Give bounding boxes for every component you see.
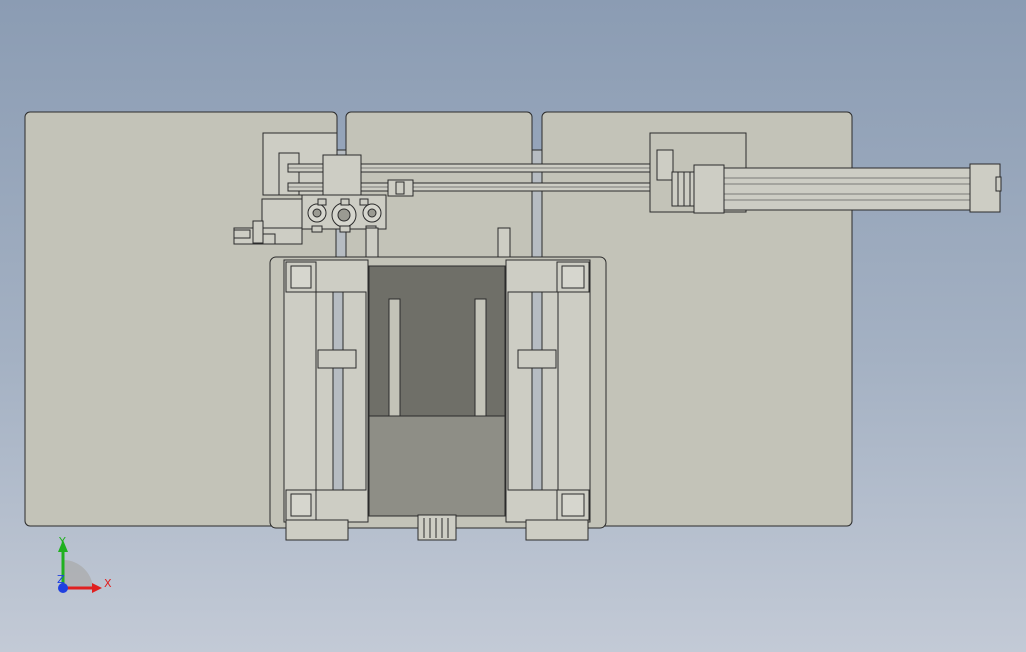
coordinate-triad: Y X Z xyxy=(57,535,112,593)
slider-nut[interactable] xyxy=(395,181,405,195)
tray-slot-left[interactable] xyxy=(388,298,401,418)
cad-model-view[interactable]: Y X Z xyxy=(0,0,1026,652)
triad-z-label: Z xyxy=(57,573,65,586)
clamp-left-foot[interactable] xyxy=(285,519,349,541)
tray-mid-plate[interactable] xyxy=(368,415,506,517)
sensor-bracket-tab[interactable] xyxy=(233,229,251,239)
tray-slot-right[interactable] xyxy=(474,298,487,418)
cylinder-front-cap[interactable] xyxy=(693,164,725,214)
sensor-bracket-nut[interactable] xyxy=(262,233,276,245)
cylinder-mount-inner[interactable] xyxy=(656,149,674,181)
slider-block[interactable] xyxy=(322,154,362,198)
clamp-right-bolt[interactable] xyxy=(517,349,557,369)
sensor-bracket-clip[interactable] xyxy=(252,220,264,244)
clamp-right-foot[interactable] xyxy=(525,519,589,541)
clamp-left-bolt[interactable] xyxy=(317,349,357,369)
graphics-viewport[interactable]: Y X Z xyxy=(0,0,1026,652)
cylinder-barrel[interactable] xyxy=(723,167,971,211)
triad-x-label: X xyxy=(104,577,112,590)
triad-y-label: Y xyxy=(58,535,66,548)
bracket-side-block[interactable] xyxy=(261,198,303,230)
